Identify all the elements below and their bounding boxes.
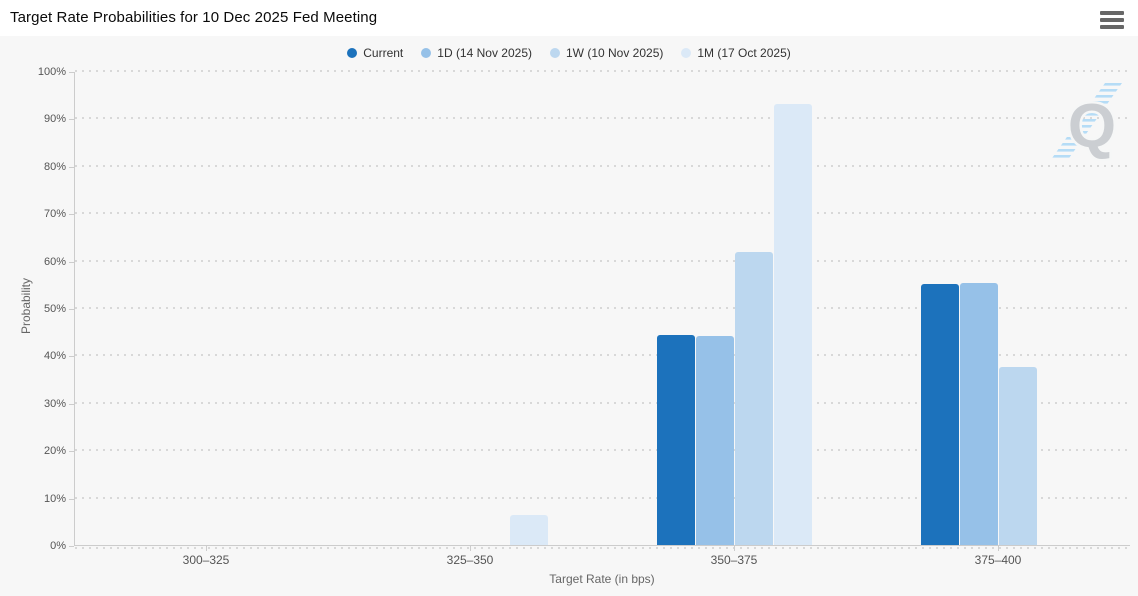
category-group-0 xyxy=(75,72,339,545)
plot-area: Q xyxy=(74,70,1130,549)
bar-slot xyxy=(168,72,207,545)
title-bar: Target Rate Probabilities for 10 Dec 202… xyxy=(0,0,1138,36)
bar-current-375–400[interactable] xyxy=(920,284,959,545)
bar-slot xyxy=(773,72,812,545)
category-group-2 xyxy=(603,72,867,545)
y-tick-label-50: 50% xyxy=(43,303,66,315)
bar-slot xyxy=(471,72,510,545)
y-tick-label-0: 0% xyxy=(50,540,66,552)
y-tick-mark xyxy=(69,546,74,547)
bar-slot xyxy=(246,72,285,545)
y-tick-mark xyxy=(69,498,74,500)
bar-slot xyxy=(432,72,471,545)
legend-marker-icon xyxy=(549,48,560,58)
y-tick-label-90: 90% xyxy=(43,113,66,126)
bar-1m-325–350[interactable] xyxy=(510,515,549,545)
y-tick-label-80: 80% xyxy=(43,160,66,173)
x-tick-mark xyxy=(206,546,207,551)
y-tick-mark xyxy=(69,261,74,263)
y-tick-mark xyxy=(69,356,74,358)
bar-cluster xyxy=(393,72,549,545)
y-tick-mark xyxy=(69,309,74,310)
bar-cluster xyxy=(656,72,812,545)
legend-item-label: 1W (10 Nov 2025) xyxy=(565,46,664,60)
bar-slot xyxy=(207,72,246,545)
bar-slot xyxy=(695,72,734,545)
legend-item-0[interactable]: Current xyxy=(347,46,403,60)
x-tick-label-2: 350–375 xyxy=(710,553,758,567)
legend-item-2[interactable]: 1W (10 Nov 2025) xyxy=(549,46,664,60)
x-tick-mark xyxy=(470,546,471,551)
legend-item-3[interactable]: 1M (17 Oct 2025) xyxy=(681,46,791,60)
category-group-1 xyxy=(339,72,603,545)
legend-item-label: 1D (14 Nov 2025) xyxy=(437,46,532,60)
bar-slot xyxy=(920,72,959,545)
y-tick-label-70: 70% xyxy=(43,208,66,221)
bar-groups xyxy=(75,72,1130,545)
bar-cluster xyxy=(129,72,285,545)
legend-item-1[interactable]: 1D (14 Nov 2025) xyxy=(421,46,532,60)
hamburger-menu-icon[interactable] xyxy=(1100,11,1124,29)
y-tick-label-30: 30% xyxy=(43,397,66,410)
bar-slot xyxy=(510,72,549,545)
legend: Current 1D (14 Nov 2025) 1W (10 Nov 2025) 1… xyxy=(0,44,1138,62)
bar-slot xyxy=(393,72,432,545)
bar-1w-350–375[interactable] xyxy=(734,251,773,545)
axis-sub-dotted-line xyxy=(75,547,1130,549)
bar-1d-375–400[interactable] xyxy=(959,282,998,545)
legend-item-label: Current xyxy=(363,46,404,60)
y-tick-mark xyxy=(69,119,74,121)
bar-slot xyxy=(129,72,168,545)
y-tick-label-60: 60% xyxy=(43,255,66,268)
bar-slot xyxy=(734,72,773,545)
x-tick-label-1: 325–350 xyxy=(446,553,494,567)
bar-1w-375–400[interactable] xyxy=(998,367,1037,545)
bar-1m-350–375[interactable] xyxy=(773,103,812,545)
y-tick-mark xyxy=(69,403,74,405)
x-tick-label-0: 300–325 xyxy=(182,553,230,567)
y-tick-mark xyxy=(69,72,74,73)
x-tick-mark xyxy=(998,546,999,551)
y-tick-mark xyxy=(69,166,74,168)
bar-1d-350–375[interactable] xyxy=(695,335,734,545)
legend-marker-icon xyxy=(681,48,692,58)
watermark-letter: Q xyxy=(1068,92,1116,161)
y-tick-label-20: 20% xyxy=(43,445,66,458)
bar-slot xyxy=(998,72,1037,545)
y-tick-mark xyxy=(69,214,74,216)
bar-slot xyxy=(656,72,695,545)
x-axis-title: Target Rate (in bps) xyxy=(549,572,655,586)
y-tick-mark xyxy=(69,451,74,453)
y-tick-label-10: 10% xyxy=(43,492,66,505)
y-tick-label-40: 40% xyxy=(43,350,66,363)
chart-title: Target Rate Probabilities for 10 Dec 202… xyxy=(10,9,378,26)
x-tick-label-3: 375–400 xyxy=(974,553,1022,567)
y-tick-label-100: 100% xyxy=(37,66,66,78)
bar-current-350–375[interactable] xyxy=(656,334,695,545)
legend-marker-icon xyxy=(347,48,358,58)
legend-item-label: 1M (17 Oct 2025) xyxy=(697,46,791,60)
legend-marker-icon xyxy=(421,48,432,58)
x-tick-mark xyxy=(734,546,735,551)
quikstrike-logo-icon: Q xyxy=(1050,83,1124,166)
bar-slot xyxy=(959,72,998,545)
